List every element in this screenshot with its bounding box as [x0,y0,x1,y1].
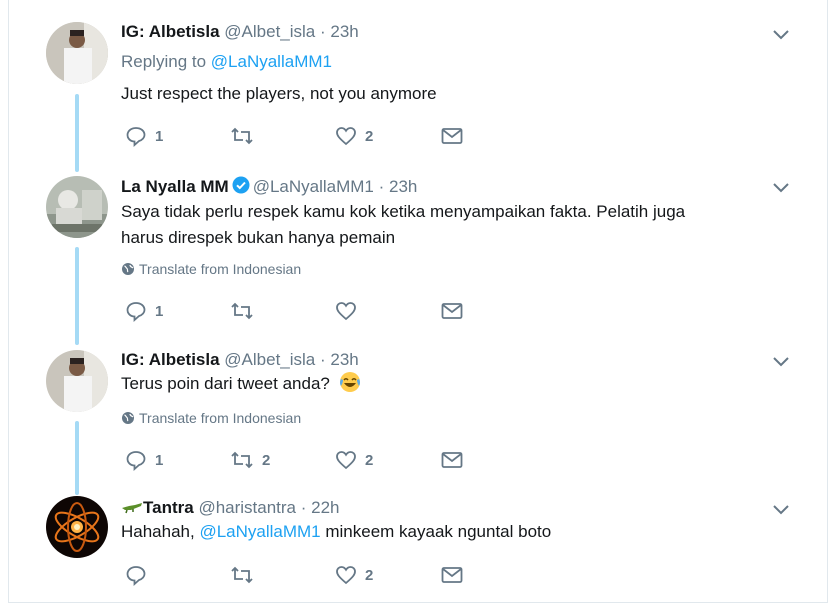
tweet-text: Just respect the players, not you anymor… [121,84,437,103]
avatar[interactable] [46,176,108,238]
display-name[interactable]: IG: Albetisla [121,22,220,41]
direct-message-icon [441,128,463,144]
replying-to: Replying to @LaNyallaMM1 [121,52,332,72]
retweet-button[interactable] [230,563,262,587]
direct-message-button[interactable] [441,124,463,148]
tweet[interactable]: IG: Albetisla @Albet_isla · 23h Terus po… [0,340,834,490]
retweet-count: 2 [262,451,271,469]
user-handle[interactable]: @haristantra [198,498,296,517]
retweet-icon [231,302,253,320]
like-button[interactable]: 2 [335,124,373,148]
like-button[interactable] [335,299,365,323]
direct-message-button[interactable] [441,448,463,472]
user-handle[interactable]: @Albet_isla [224,350,315,369]
face-with-tears-of-joy-emoji [339,372,360,392]
tweet[interactable]: Tantra @haristantra · 22h Hahahah, @LaNy… [0,490,834,603]
reply-button[interactable]: 1 [125,448,163,472]
reply-icon [126,566,146,586]
tweet-text-content: Terus poin dari tweet anda? [121,374,330,393]
reply-icon [126,302,146,322]
chevron-down-icon[interactable] [771,27,791,41]
reply-icon [126,127,146,147]
tweet-text: Hahahah, @LaNyallaMM1 minkeem kayaak ngu… [121,519,551,545]
translate-label: Translate from Indonesian [139,410,302,426]
timestamp[interactable]: · 22h [301,498,340,517]
translate-link[interactable]: Translate from Indonesian [121,261,301,277]
display-name[interactable]: IG: Albetisla [121,350,220,369]
tweet-text-before: Hahahah, [121,522,200,541]
like-icon [336,451,356,470]
retweet-button[interactable]: 2 [230,448,270,472]
direct-message-button[interactable] [441,563,463,587]
globe-icon [122,263,134,275]
translate-link[interactable]: Translate from Indonesian [121,410,301,426]
like-icon [336,302,356,321]
retweet-button[interactable] [230,124,262,148]
display-name[interactable]: La Nyalla MM [121,177,229,196]
mention-link[interactable]: @LaNyallaMM1 [199,522,320,541]
translate-label: Translate from Indonesian [139,261,302,277]
tweet-header: La Nyalla MM @LaNyallaMM1 · 23h [121,176,417,197]
reply-button[interactable]: 1 [125,299,163,323]
avatar[interactable] [46,22,108,84]
chevron-down-icon[interactable] [771,180,791,194]
direct-message-icon [441,303,463,319]
tweet-text-line-2: harus direspek bukan hanya pemain [121,228,396,247]
retweet-button[interactable] [230,299,262,323]
tweet-header: Tantra @haristantra · 22h [121,498,340,518]
reply-icon [126,451,146,471]
timestamp[interactable]: · 23h [320,22,359,41]
like-count: 2 [365,451,374,469]
verified-badge-icon [232,176,250,194]
retweet-icon [231,566,253,584]
retweet-icon [231,127,253,145]
direct-message-icon [441,567,463,583]
reply-prefix: Replying to [121,52,211,71]
direct-message-button[interactable] [441,299,463,323]
like-count: 2 [365,566,374,584]
tweet-text-line-1: Saya tidak perlu respek kamu kok ketika … [121,202,686,221]
like-button[interactable]: 2 [335,563,373,587]
globe-icon [122,412,134,424]
chevron-down-icon[interactable] [771,502,791,516]
like-icon [336,566,356,585]
display-name[interactable]: Tantra [143,498,194,517]
tweet-header: IG: Albetisla @Albet_isla · 23h [121,22,359,42]
tweet-header: IG: Albetisla @Albet_isla · 23h [121,350,359,370]
crocodile-emoji [122,503,142,514]
chevron-down-icon[interactable] [771,354,791,368]
avatar[interactable] [46,350,108,412]
timestamp[interactable]: · 23h [379,177,418,196]
reply-button[interactable] [125,563,155,587]
user-handle[interactable]: @Albet_isla [224,22,315,41]
direct-message-icon [441,452,463,468]
tweet-text: Terus poin dari tweet anda? [121,371,361,397]
tweet[interactable]: La Nyalla MM @LaNyallaMM1 · 23h Saya tida… [0,160,834,340]
reply-count: 1 [155,451,164,469]
like-count: 2 [365,127,374,145]
retweet-icon [231,451,253,469]
avatar[interactable] [46,496,108,558]
tweet[interactable]: IG: Albetisla @Albet_isla · 23h Replying… [0,0,834,160]
reply-count: 1 [155,302,164,320]
timestamp[interactable]: · 23h [320,350,359,369]
like-button[interactable]: 2 [335,448,373,472]
mention-link[interactable]: @LaNyallaMM1 [211,52,332,71]
reply-count: 1 [155,127,164,145]
reply-button[interactable]: 1 [125,124,163,148]
like-icon [336,127,356,146]
user-handle[interactable]: @LaNyallaMM1 [253,177,374,196]
tweet-text-after: minkeem kayaak nguntal boto [320,522,552,541]
